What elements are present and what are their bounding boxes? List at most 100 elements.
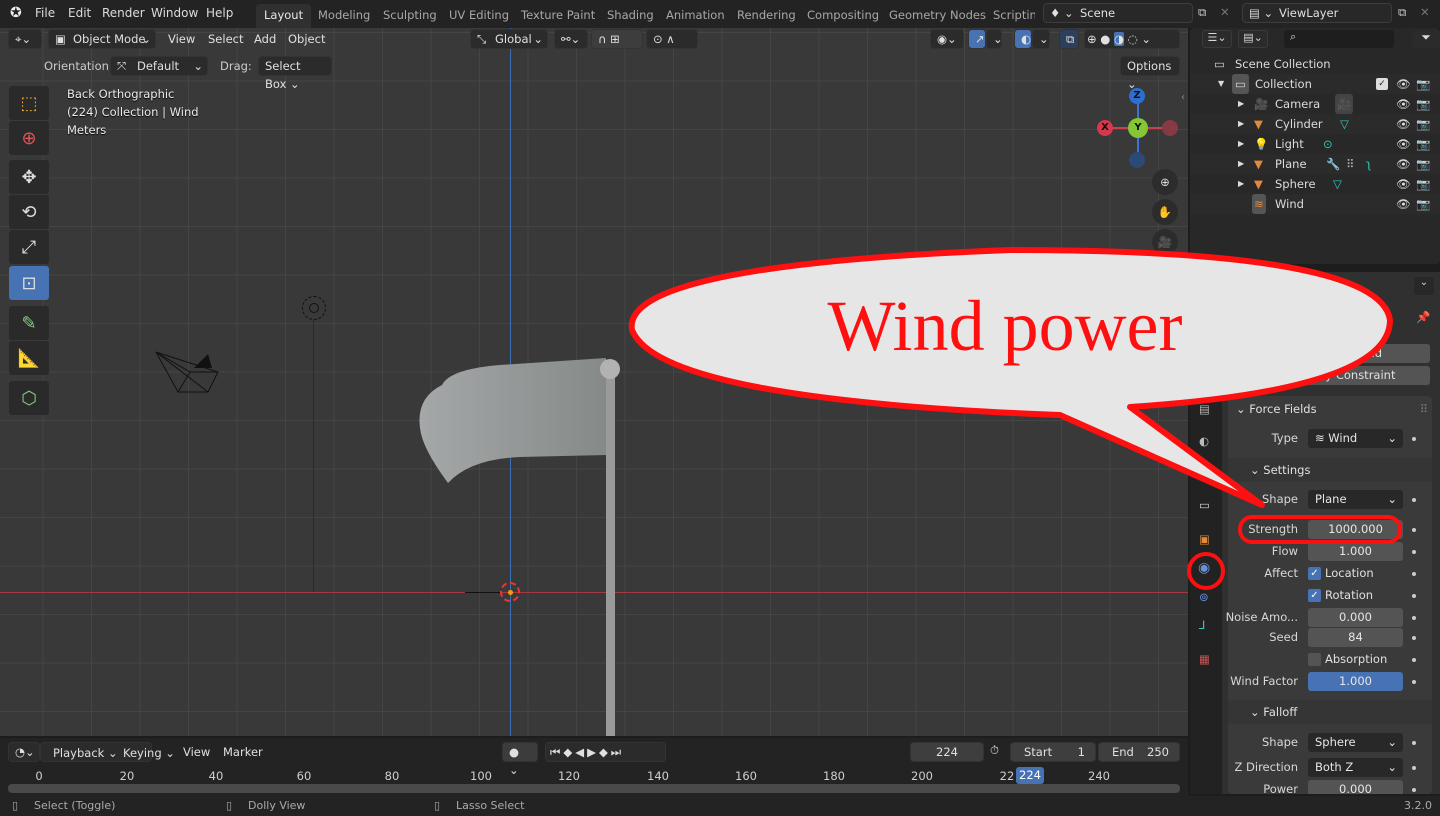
- shape-dropdown[interactable]: Plane ⌄: [1308, 490, 1403, 509]
- flow-field[interactable]: 1.000: [1308, 542, 1403, 561]
- tab-animation[interactable]: Animation: [658, 4, 733, 28]
- tab-texture-icon[interactable]: ▦: [1199, 652, 1210, 666]
- rigid-body-constraint-button[interactable]: Rigid Body Constraint: [1236, 366, 1430, 385]
- visibility-eye-icon[interactable]: 👁: [1396, 74, 1411, 94]
- collection-checkbox[interactable]: ✓: [1376, 78, 1388, 90]
- visibility-eye-icon[interactable]: 👁: [1396, 154, 1411, 174]
- outliner-item-cylinder[interactable]: ▶ ▼ Cylinder ▽ 👁 📷: [1190, 114, 1440, 134]
- sidebar-toggle-icon[interactable]: ‹: [1181, 92, 1185, 103]
- pin-icon[interactable]: 📌: [1416, 310, 1430, 324]
- gizmo-dropdown[interactable]: ⌄: [986, 29, 1003, 49]
- prev-keyframe-icon[interactable]: ◆: [563, 745, 575, 759]
- jump-start-icon[interactable]: ⏮: [550, 745, 563, 759]
- keyframe-dot[interactable]: [1412, 594, 1416, 598]
- transform-orientation-dropdown[interactable]: ⤡ Global ⌄: [470, 29, 548, 49]
- falloff-shape-dropdown[interactable]: Sphere ⌄: [1308, 733, 1403, 752]
- menu-render[interactable]: Render: [102, 6, 145, 20]
- display-mode-dropdown[interactable]: ☰⌄: [1202, 30, 1232, 48]
- auto-keying-toggle[interactable]: ● ⌄: [502, 742, 538, 777]
- cursor-tool[interactable]: ⊕: [9, 121, 49, 155]
- timeline-marker-menu[interactable]: Marker: [223, 745, 263, 759]
- tab-scripting[interactable]: Scripting: [985, 4, 1035, 28]
- mode-dropdown[interactable]: ▣ Object Mode ⌄: [48, 29, 156, 49]
- overlays-toggle[interactable]: ◐: [1014, 29, 1032, 49]
- render-camera-icon[interactable]: 📷: [1416, 74, 1430, 94]
- absorption-checkbox[interactable]: [1308, 653, 1321, 666]
- play-icon[interactable]: ▶: [587, 745, 599, 759]
- measure-tool[interactable]: 📐: [9, 341, 49, 375]
- expand-icon[interactable]: ▶: [1238, 94, 1244, 114]
- tab-collection-icon[interactable]: ▭: [1199, 498, 1210, 512]
- play-reverse-icon[interactable]: ◀: [575, 745, 587, 759]
- affect-location-checkbox[interactable]: ✓: [1308, 567, 1321, 580]
- affect-rotation-checkbox[interactable]: ✓: [1308, 589, 1321, 602]
- pivot-point-button[interactable]: ⚯⌄: [554, 29, 588, 49]
- visibility-button[interactable]: ◉⌄: [930, 29, 964, 49]
- stopwatch-icon[interactable]: ⏱: [990, 743, 999, 758]
- strength-field[interactable]: 1000.000: [1308, 520, 1403, 539]
- select-box-tool[interactable]: ⬚: [9, 86, 49, 120]
- visibility-eye-icon[interactable]: 👁: [1396, 134, 1411, 154]
- tab-view-layer-icon[interactable]: ▤: [1199, 402, 1210, 416]
- keyframe-dot[interactable]: [1412, 680, 1416, 684]
- tab-sculpting[interactable]: Sculpting: [375, 4, 445, 28]
- expand-icon[interactable]: ▶: [1238, 134, 1244, 154]
- visibility-eye-icon[interactable]: 👁: [1396, 114, 1411, 134]
- tab-modeling[interactable]: Modeling: [310, 4, 378, 28]
- pan-view-hand-icon[interactable]: ✋: [1152, 199, 1178, 225]
- view-layer-selector[interactable]: ▤ ⌄ ViewLayer: [1242, 3, 1392, 23]
- field-button[interactable]: Field: [1236, 344, 1430, 363]
- keyframe-dot[interactable]: [1412, 741, 1416, 745]
- timeline-scrollbar[interactable]: [8, 784, 1180, 793]
- proportional-edit-toggle[interactable]: ⊙ ∧: [646, 29, 698, 49]
- keyframe-dot[interactable]: [1412, 572, 1416, 576]
- scale-tool[interactable]: ⤢: [9, 230, 49, 264]
- light-object[interactable]: [302, 296, 326, 320]
- expand-icon[interactable]: ▼: [1218, 74, 1224, 94]
- wind-factor-field[interactable]: 1.000: [1308, 672, 1403, 691]
- render-camera-icon[interactable]: 📷: [1416, 194, 1430, 214]
- tab-geometry-nodes[interactable]: Geometry Nodes: [881, 4, 994, 28]
- tab-world-icon[interactable]: ◐: [1199, 434, 1209, 448]
- modifier-wrench-icon[interactable]: 🔧: [1326, 154, 1340, 174]
- falloff-header[interactable]: ⌄ Falloff: [1228, 700, 1432, 724]
- close-view-layer-icon[interactable]: ✕: [1420, 5, 1430, 19]
- keyframe-dot[interactable]: [1412, 528, 1416, 532]
- visibility-eye-icon[interactable]: 👁: [1396, 174, 1411, 194]
- tab-data-icon[interactable]: ⅃: [1199, 618, 1205, 632]
- vertex-groups-icon[interactable]: ⠿: [1346, 154, 1354, 174]
- keyframe-dot[interactable]: [1412, 550, 1416, 554]
- tab-rendering[interactable]: Rendering: [729, 4, 804, 28]
- shading-modes[interactable]: ⊕ ● ◑ ◌ ⌄: [1084, 29, 1180, 49]
- move-tool[interactable]: ✥: [9, 160, 49, 194]
- camera-data-icon[interactable]: 🎥: [1335, 94, 1354, 114]
- filter-layer-dropdown[interactable]: ▤⌄: [1238, 30, 1268, 48]
- render-camera-icon[interactable]: 📷: [1416, 174, 1430, 194]
- noise-amount-field[interactable]: 0.000: [1308, 608, 1403, 627]
- start-frame-field[interactable]: Start 1: [1010, 742, 1096, 762]
- keyframe-dot[interactable]: [1412, 658, 1416, 662]
- gizmo-y-axis[interactable]: Y: [1128, 118, 1148, 138]
- z-direction-dropdown[interactable]: Both Z ⌄: [1308, 758, 1403, 777]
- add-cube-tool[interactable]: ⬡: [9, 381, 49, 415]
- orientation-dropdown[interactable]: ⤧ Default ⌄: [110, 56, 208, 76]
- power-field[interactable]: 0.000: [1308, 780, 1403, 794]
- light-data-icon[interactable]: ⊙: [1323, 134, 1333, 154]
- overlays-dropdown[interactable]: ⌄: [1032, 29, 1050, 49]
- filter-icon[interactable]: ⏷: [1412, 30, 1440, 48]
- outliner-item-sphere[interactable]: ▶ ▼ Sphere ▽ 👁 📷: [1190, 174, 1440, 194]
- playback-menu[interactable]: Playback ⌄: [53, 744, 118, 762]
- gizmo-toggle[interactable]: ↗: [968, 29, 986, 49]
- render-camera-icon[interactable]: 📷: [1416, 94, 1430, 114]
- tab-object-icon[interactable]: ▣: [1199, 532, 1210, 546]
- tab-uv-editing[interactable]: UV Editing: [441, 4, 517, 28]
- mesh-data-icon[interactable]: ▽: [1340, 114, 1349, 134]
- jump-end-icon[interactable]: ⏭: [611, 745, 624, 759]
- expand-icon[interactable]: ▶: [1238, 154, 1244, 174]
- mesh-data-icon[interactable]: ▽: [1333, 174, 1342, 194]
- render-camera-icon[interactable]: 📷: [1416, 154, 1430, 174]
- rendered-shading-icon[interactable]: ◌: [1128, 32, 1138, 46]
- zoom-view-icon[interactable]: ⊕: [1152, 169, 1178, 195]
- menu-view[interactable]: View: [168, 32, 195, 46]
- render-camera-icon[interactable]: 📷: [1416, 134, 1430, 154]
